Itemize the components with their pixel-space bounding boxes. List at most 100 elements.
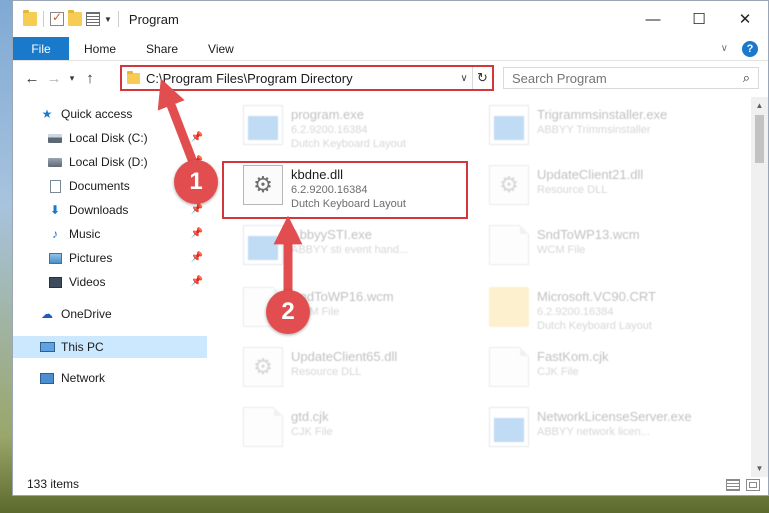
recent-locations-icon[interactable]: ▾ <box>65 73 79 84</box>
sidebar-item-label: OneDrive <box>61 307 112 321</box>
callout-badge-1: 1 <box>174 160 218 204</box>
tab-view[interactable]: View <box>193 37 249 60</box>
pin-icon[interactable]: 📌 <box>191 132 203 143</box>
exe-icon <box>243 105 283 145</box>
forward-arrow-icon[interactable]: → <box>43 70 65 87</box>
file-name: UpdateClient21.dll <box>537 167 644 182</box>
drive-icon <box>47 131 63 145</box>
file-name: UpdateClient65.dll <box>291 349 398 364</box>
folder-icon[interactable] <box>23 10 37 26</box>
file-item[interactable]: Microsoft.VC90.CRT 6.2.9200.16384 Dutch Ke… <box>483 283 723 341</box>
pin-icon[interactable]: 📌 <box>191 252 203 263</box>
sidebar-item-local-disk-c[interactable]: Local Disk (C:) 📌 <box>13 127 207 149</box>
sidebar-item-music[interactable]: ♪ Music 📌 <box>13 223 207 245</box>
sidebar-item-label: Documents <box>69 179 130 193</box>
music-icon: ♪ <box>52 227 58 241</box>
file-name: gtd.cjk <box>291 409 329 424</box>
view-buttons <box>726 479 760 491</box>
address-bar[interactable]: C:\Program Files\Program Directory ∨ ↻ <box>120 65 494 91</box>
sidebar-item-label: Local Disk (D:) <box>69 155 148 169</box>
up-arrow-icon[interactable]: ↑ <box>79 70 101 87</box>
scrollbar-thumb[interactable] <box>755 115 764 163</box>
drive-icon <box>47 155 63 169</box>
sidebar-item-this-pc[interactable]: This PC <box>13 336 207 358</box>
file-description: CJK File <box>291 426 333 438</box>
file-item[interactable]: program.exe 6.2.9200.16384 Dutch Keyboard … <box>237 101 477 159</box>
search-icon[interactable]: ⌕ <box>743 70 750 86</box>
file-item[interactable]: SndToWP13.wcm WCM File <box>483 221 723 279</box>
file-name: NetworkLicenseServer.exe <box>537 409 692 424</box>
new-folder-icon[interactable] <box>68 10 82 26</box>
search-input[interactable] <box>512 70 743 86</box>
sidebar-item-network[interactable]: Network <box>13 367 207 389</box>
file-name: program.exe <box>291 107 364 122</box>
pin-icon[interactable]: 📌 <box>191 204 203 215</box>
minimize-button[interactable]: — <box>630 1 676 37</box>
properties-check-icon[interactable] <box>50 10 64 26</box>
file-item[interactable]: NetworkLicenseServer.exe ABBYY network li… <box>483 403 723 461</box>
videos-icon <box>47 275 63 289</box>
sidebar-item-label: This PC <box>61 340 104 354</box>
folder-icon <box>489 287 529 327</box>
tab-file[interactable]: File <box>13 37 69 60</box>
file-icon <box>489 347 529 387</box>
scroll-up-icon[interactable]: ▲ <box>751 97 768 114</box>
file-item[interactable]: Trigrammsinstaller.exe ABBYY Trimmsinstal… <box>483 101 723 159</box>
ribbon-right: ∨ ? <box>721 37 768 60</box>
sidebar-item-label: Videos <box>69 275 106 289</box>
qat-dropdown-icon[interactable]: ▼ <box>104 15 112 24</box>
refresh-icon[interactable]: ↻ <box>472 67 492 89</box>
file-item[interactable]: AbbyySTI.exe ABBYY sti event hand... <box>237 221 477 279</box>
vertical-scrollbar[interactable]: ▲ ▼ <box>751 97 768 477</box>
callout-badge-2: 2 <box>266 290 310 334</box>
tab-share[interactable]: Share <box>131 37 193 60</box>
address-dropdown-icon[interactable]: ∨ <box>456 73 472 84</box>
file-description: ABBYY Trimmsinstaller <box>537 124 651 136</box>
file-name: Trigrammsinstaller.exe <box>537 107 668 122</box>
large-icons-view-icon[interactable] <box>746 479 760 491</box>
file-description: Resource DLL <box>537 184 608 196</box>
downloads-icon: ⬇ <box>49 203 61 217</box>
tab-home[interactable]: Home <box>69 37 131 60</box>
file-item[interactable]: gtd.cjk CJK File <box>237 403 477 461</box>
exe-icon <box>243 225 283 265</box>
file-description: CJK File <box>537 366 579 378</box>
window-title: Program <box>128 11 179 27</box>
sidebar-item-pictures[interactable]: Pictures 📌 <box>13 247 207 269</box>
dll-gear-icon: ⚙ <box>489 165 529 205</box>
sidebar-item-onedrive[interactable]: ☁ OneDrive <box>13 303 207 325</box>
file-item[interactable]: FastKom.cjk CJK File <box>483 343 723 401</box>
this-pc-icon <box>39 340 55 354</box>
file-icon <box>489 225 529 265</box>
pin-icon[interactable]: 📌 <box>191 228 203 239</box>
expand-ribbon-icon[interactable]: ∨ <box>721 43 728 54</box>
network-icon <box>39 371 55 385</box>
file-icon <box>243 407 283 447</box>
file-item[interactable]: ⚙ UpdateClient65.dll Resource DLL <box>237 343 477 401</box>
sidebar-item-videos[interactable]: Videos 📌 <box>13 271 207 293</box>
maximize-button[interactable]: ☐ <box>676 1 722 37</box>
back-arrow-icon[interactable]: ← <box>21 70 43 87</box>
navigation-bar: ← → ▾ ↑ C:\Program Files\Program Directo… <box>13 63 768 93</box>
file-version: 6.2.9200.16384 <box>291 124 368 136</box>
sidebar-item-quick-access[interactable]: ★ Quick access <box>13 103 207 125</box>
search-box[interactable]: ⌕ <box>503 67 759 89</box>
details-view-icon[interactable] <box>726 479 740 491</box>
sidebar-item-label: Network <box>61 371 106 385</box>
pin-icon[interactable]: 📌 <box>191 276 203 287</box>
customize-icon[interactable] <box>86 12 100 26</box>
title-bar: ▼ Program — ☐ ✕ <box>13 1 768 37</box>
close-button[interactable]: ✕ <box>722 1 768 37</box>
exe-icon <box>489 407 529 447</box>
item-count: 133 items <box>27 477 80 491</box>
file-name: FastKom.cjk <box>537 349 609 364</box>
sidebar-item-label: Downloads <box>69 203 129 217</box>
help-icon[interactable]: ? <box>742 40 758 57</box>
exe-icon <box>489 105 529 145</box>
file-description: Resource DLL <box>291 366 362 378</box>
file-item[interactable]: ⚙ UpdateClient21.dll Resource DLL <box>483 161 723 219</box>
documents-icon <box>47 179 63 193</box>
file-name: Microsoft.VC90.CRT <box>537 289 656 304</box>
sidebar-item-downloads[interactable]: ⬇ Downloads 📌 <box>13 199 207 221</box>
address-path[interactable]: C:\Program Files\Program Directory <box>146 71 456 86</box>
